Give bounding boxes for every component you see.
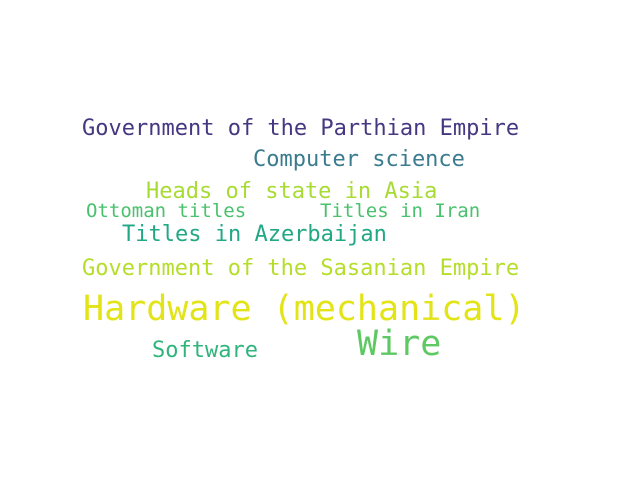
word-cloud: Government of the Parthian Empire Comput… [0, 0, 640, 480]
word-computer-science: Computer science [253, 147, 465, 172]
word-software: Software [152, 338, 258, 363]
word-titles-in-azerbaijan: Titles in Azerbaijan [122, 222, 387, 247]
word-hardware-mechanical: Hardware (mechanical) [83, 289, 526, 329]
word-wire: Wire [357, 324, 442, 364]
word-government-sasanian-empire: Government of the Sasanian Empire [82, 256, 520, 281]
word-government-parthian-empire: Government of the Parthian Empire [82, 116, 520, 141]
word-titles-in-iran: Titles in Iran [320, 200, 481, 222]
word-ottoman-titles: Ottoman titles [86, 200, 247, 222]
